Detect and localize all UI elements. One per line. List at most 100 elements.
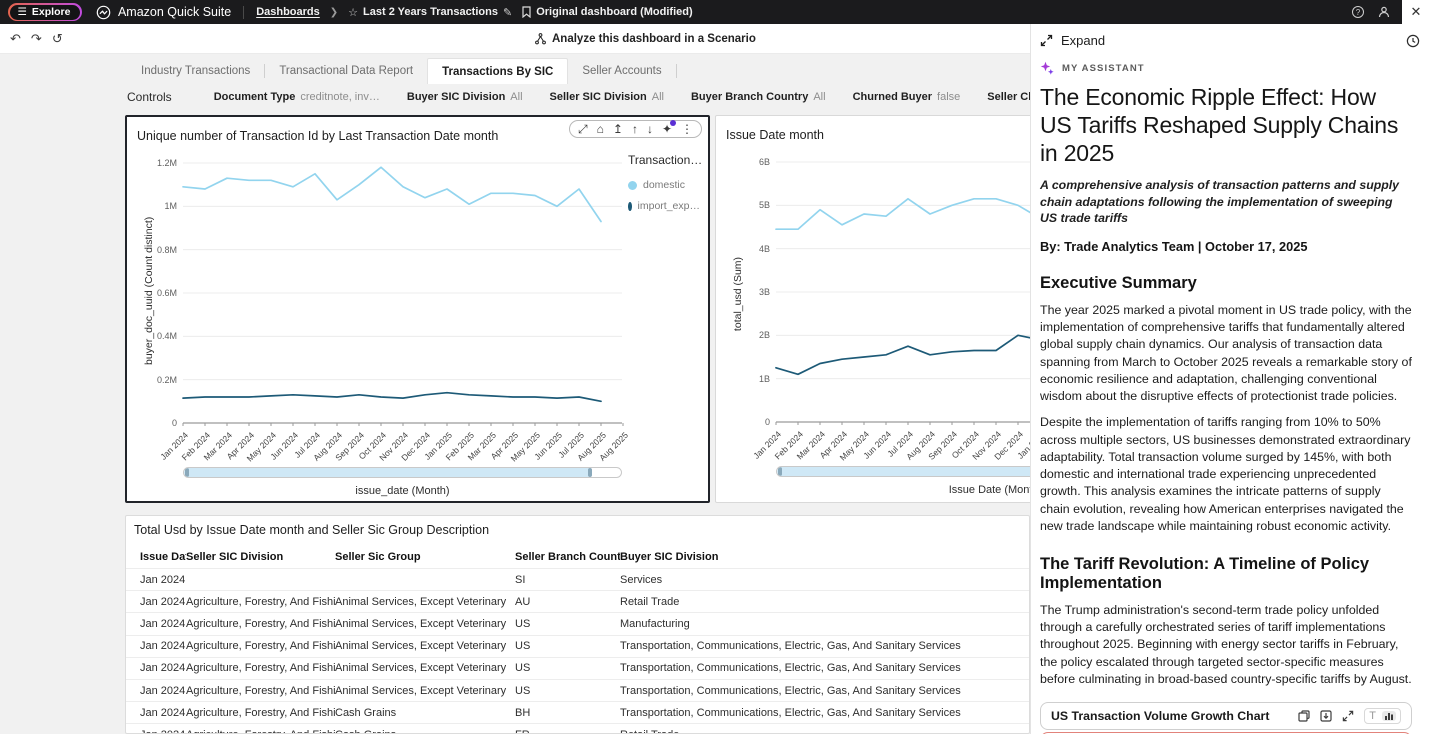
chart-title: Issue Date month [726,128,824,142]
copy-icon[interactable] [1298,710,1310,722]
user-icon[interactable] [1378,6,1390,18]
pivot-table: Issue DateSeller SIC DivisionSeller Sic … [126,546,1029,733]
brand[interactable]: Amazon Quick Suite [96,5,231,20]
chart-card-transactions[interactable]: Unique number of Transaction Id by Last … [125,115,710,503]
dashboard-toolbar: ↶ ↷ ↺ Analyze this dashboard in a Scenar… [0,24,1030,54]
filter-seller-churned[interactable]: Seller ChurnedAll [987,91,1030,103]
column-header-buyer-sic-division[interactable]: Buyer SIC Division [620,546,1029,569]
close-icon: ✕ [1410,4,1422,19]
table-row[interactable]: Jan 2024Agriculture, Forestry, And Fishi… [126,656,1029,680]
legend-item-import-exp-[interactable]: import_exp… [628,200,700,212]
filter-value: All [510,91,523,103]
column-header-seller-sic-division[interactable]: Seller SIC Division [186,546,335,569]
table-card[interactable]: Total Usd by Issue Date month and Seller… [125,515,1030,734]
tab-industry-transactions[interactable]: Industry Transactions [127,58,264,84]
filter-label: Document Type [213,91,296,103]
filter-buyer-sic-division[interactable]: Buyer SIC Division All [407,91,523,103]
dashboard-title[interactable]: ☆ Last 2 Years Transactions ✎ [348,6,512,19]
arrow-up-icon[interactable]: ↑ [632,123,638,135]
table-row[interactable]: Jan 2024 SI Services [126,567,1029,591]
expand-icon[interactable]: ⤢ [578,123,588,135]
dashboard-title-label: Last 2 Years Transactions [363,6,498,18]
y-tick-label: 1.2M [156,158,177,168]
help-icon[interactable]: ? [1352,6,1364,18]
table-cell: US [515,678,620,702]
column-header-seller-branch-country[interactable]: Seller Branch Country [515,546,620,569]
tab-seller-accounts[interactable]: Seller Accounts [568,58,675,84]
table-header-row: Issue DateSeller SIC DivisionSeller Sic … [126,546,1029,569]
table-cell [335,567,515,591]
menu-kebab-icon[interactable]: ⋮ [681,123,693,135]
expand-label[interactable]: Expand [1061,33,1105,48]
chart-legend: Transaction… domestic import_exp… [628,153,702,221]
reset-icon[interactable]: ↺ [52,31,63,47]
column-header-seller-sic-group[interactable]: Seller Sic Group [335,546,515,569]
filter-document-type[interactable]: Document Type creditnote, inv… [214,91,380,103]
y-tick-label: 0.4M [156,331,177,342]
y-tick-label: 2B [758,330,770,341]
explore-button-wrap: ☰ Explore [8,3,82,21]
table-row[interactable]: Jan 2024Agriculture, Forestry, And Fishi… [126,612,1029,636]
filter-churned-buyer[interactable]: Churned Buyer false [853,91,961,103]
export-icon[interactable]: ⌂ [597,123,604,135]
star-icon[interactable]: ☆ [348,6,358,19]
table-row[interactable]: Jan 2024Agriculture, Forestry, And Fishi… [126,634,1029,658]
table-row[interactable]: Jan 2024Agriculture, Forestry, And Fishi… [126,590,1029,613]
table-cell: Jan 2024 [126,656,186,680]
history-clock-icon[interactable] [1406,34,1420,48]
sheet-tabs: Industry Transactions Transactional Data … [127,58,677,84]
table-cell: Services [620,567,1029,591]
explore-button[interactable]: ☰ Explore [9,4,81,20]
chart-title: Unique number of Transaction Id by Last … [137,129,499,143]
filter-seller-sic-division[interactable]: Seller SIC Division All [550,91,664,103]
table-cell: Agriculture, Forestry, And Fishing [186,612,335,636]
table-cell: Retail Trade [620,590,1029,613]
column-header-issue-date[interactable]: Issue Date [126,546,186,569]
date-range-slider[interactable] [183,467,622,478]
table-cell: Jan 2024 [126,612,186,636]
table-cell: Jan 2024 [126,590,186,613]
text-view-toggle[interactable]: T [1369,710,1376,722]
filter-label: Buyer Branch Country [690,91,809,103]
table-cell: AU [515,590,620,613]
sparkle-icon [1040,61,1054,75]
table-cell: Animal Services, Except Veterinary [335,612,515,636]
edit-pencil-icon[interactable]: ✎ [503,6,512,19]
filter-value: All [813,91,826,103]
undo-icon[interactable]: ↶ [10,31,21,47]
embedded-chart-card[interactable]: US Transaction Volume Growth Chart T [1040,702,1412,731]
legend-item-domestic[interactable]: domestic [628,179,700,191]
breadcrumb-dashboards[interactable]: Dashboards [256,6,320,18]
table-cell: Cash Grains [335,723,515,733]
table-cell: Transportation, Communications, Electric… [620,656,1029,680]
table-cell [186,567,335,591]
brand-label: Amazon Quick Suite [117,5,232,19]
filter-value: false [937,91,961,103]
chart-card-total-usd[interactable]: Issue Date month total_usd (Sum) Issue D… [715,115,1030,503]
analyze-scenario-button[interactable]: Analyze this dashboard in a Scenario [535,24,756,54]
table-row[interactable]: Jan 2024Agriculture, Forestry, And Fishi… [126,701,1029,724]
expand-icon[interactable] [1040,34,1053,47]
visual-toolbar: ⤢ ⌂ ↥ ↑ ↓ ✦ ⋮ [569,120,702,138]
filter-buyer-branch-country[interactable]: Buyer Branch Country All [691,91,826,103]
app-window: ☰ Explore Amazon Quick Suite Dashboards … [0,0,1430,734]
redo-icon[interactable]: ↷ [31,31,42,47]
chart-view-toggle[interactable] [1382,711,1396,722]
arrow-down-icon[interactable]: ↓ [647,123,653,135]
ai-insights-icon[interactable]: ✦ [662,120,676,135]
view-toggle[interactable]: T [1364,708,1401,725]
article-byline: By: Trade Analytics Team | October 17, 2… [1040,238,1308,254]
tab-transactions-by-sic[interactable]: Transactions By SIC [427,58,569,84]
tab-transactional-data-report[interactable]: Transactional Data Report [265,58,427,84]
download-icon[interactable] [1320,710,1332,722]
expand-chart-icon[interactable] [1342,710,1354,722]
scroll-top-icon[interactable]: ↥ [613,123,623,135]
close-panel-button[interactable]: ✕ [1402,0,1430,24]
table-row[interactable]: Jan 2024Agriculture, Forestry, And Fishi… [126,723,1029,733]
dashboard-version[interactable]: Original dashboard (Modified) [522,6,693,18]
table-row[interactable]: Jan 2024Agriculture, Forestry, And Fishi… [126,678,1029,702]
table-cell: Agriculture, Forestry, And Fishing [186,678,335,702]
y-tick-label: 4B [758,243,770,254]
controls-title: Controls [127,90,172,104]
filter-label: Churned Buyer [852,91,933,103]
